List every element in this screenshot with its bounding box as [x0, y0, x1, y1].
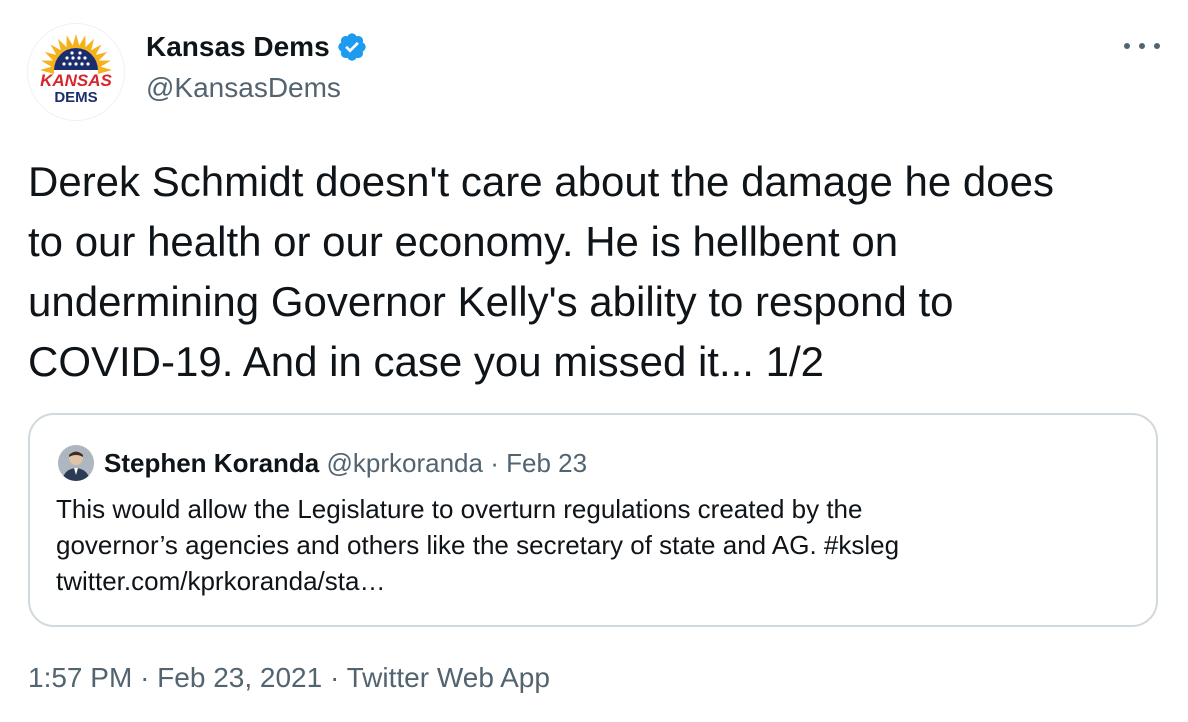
author-avatar[interactable]: KANSAS DEMS: [28, 24, 124, 120]
quote-date[interactable]: Feb 23: [506, 448, 587, 478]
kansas-dems-logo: KANSAS DEMS: [40, 34, 113, 106]
tweet: KANSAS DEMS Kansas Dems @KansasDems Dere…: [0, 0, 1188, 722]
quote-author-handle[interactable]: @kprkoranda: [326, 448, 482, 478]
tweet-source[interactable]: Twitter Web App: [347, 662, 550, 693]
quote-author-avatar[interactable]: [58, 445, 94, 481]
author-name[interactable]: Kansas Dems: [146, 31, 368, 63]
person-avatar-icon: [58, 445, 94, 481]
meta-separator: ·: [329, 662, 340, 693]
author-handle[interactable]: @KansasDems: [146, 72, 341, 104]
author-name-text[interactable]: Kansas Dems: [146, 31, 330, 63]
tweet-date[interactable]: Feb 23, 2021: [157, 662, 322, 693]
svg-text:KANSAS: KANSAS: [40, 71, 112, 90]
quote-header: Stephen Koranda @kprkoranda · Feb 23: [104, 447, 587, 479]
quoted-tweet-card[interactable]: Stephen Koranda @kprkoranda · Feb 23 Thi…: [28, 413, 1158, 627]
more-dots-icon: [1154, 43, 1160, 49]
more-options-button[interactable]: [1124, 36, 1160, 56]
more-dots-icon: [1124, 43, 1130, 49]
quote-text: This would allow the Legislature to over…: [56, 494, 900, 596]
tweet-time[interactable]: 1:57 PM: [28, 662, 132, 693]
tweet-metadata: 1:57 PM · Feb 23, 2021 · Twitter Web App: [28, 662, 550, 694]
more-dots-icon: [1139, 43, 1145, 49]
quote-separator: ·: [490, 448, 499, 478]
quote-author-name[interactable]: Stephen Koranda: [104, 448, 319, 478]
verified-badge-icon: [337, 33, 366, 61]
svg-text:DEMS: DEMS: [54, 89, 97, 106]
meta-separator: ·: [140, 662, 150, 693]
tweet-text: Derek Schmidt doesn't care about the dam…: [28, 158, 1054, 385]
